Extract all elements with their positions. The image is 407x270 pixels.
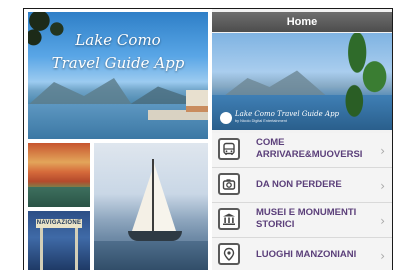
photo-navigazione-pier: NAVIGAZIONE xyxy=(28,211,90,270)
house-graphic xyxy=(186,90,208,112)
menu-item-label: COME ARRIVARE&MUOVERSI xyxy=(256,137,376,161)
water-graphic xyxy=(94,241,208,270)
camera-icon xyxy=(218,173,240,195)
hero-image-lake-como: Lake Como Travel Guide App xyxy=(28,12,208,139)
banner-image: Lake Como Travel Guide App by Nicolo Dig… xyxy=(212,33,392,130)
sign-post xyxy=(75,228,78,270)
navigazione-sign: NAVIGAZIONE xyxy=(36,219,82,228)
menu-item-label-line2: STORICI xyxy=(256,219,295,230)
menu-item-label-line2: ARRIVARE&MUOVERSI xyxy=(256,149,363,160)
banner-title: Lake Como Travel Guide App xyxy=(235,110,340,118)
photo-lakeside-town xyxy=(28,143,90,207)
chevron-right-icon: › xyxy=(380,214,385,228)
menu-item-label: LUOGHI MANZONIANI xyxy=(256,249,357,260)
menu-item-luoghi-manzoniani[interactable]: LUOGHI MANZONIANI › xyxy=(212,238,392,270)
museum-icon xyxy=(218,208,240,230)
menu-item-label-line1: MUSEI E MONUMENTI xyxy=(256,207,357,218)
mast-graphic xyxy=(152,159,154,235)
menu-item-label: MUSEI E MONUMENTI STORICI xyxy=(256,207,376,231)
chevron-right-icon: › xyxy=(380,179,385,193)
menu-item-come-arrivare[interactable]: COME ARRIVARE&MUOVERSI › xyxy=(212,133,392,168)
sail-graphic xyxy=(154,163,176,231)
header-title: Home xyxy=(212,12,392,32)
water-graphic xyxy=(28,187,90,207)
menu-item-da-non-perdere[interactable]: DA NON PERDERE › xyxy=(212,168,392,203)
chevron-right-icon: › xyxy=(380,249,385,263)
hull-graphic xyxy=(128,231,182,241)
app-screen: Lake Como Travel Guide App NAVIGAZIONE H… xyxy=(23,8,393,270)
plant-graphic xyxy=(334,33,392,130)
map-pin-icon xyxy=(218,243,240,265)
home-panel: Home Lake Como Travel Guide App by Nicol… xyxy=(212,9,392,270)
sign-post xyxy=(40,228,43,270)
sail-graphic xyxy=(132,171,152,231)
menu-item-musei-monumenti[interactable]: MUSEI E MONUMENTI STORICI › xyxy=(212,203,392,238)
menu-item-label: DA NON PERDERE xyxy=(256,179,342,190)
hero-title-line2: Travel Guide App xyxy=(51,54,185,72)
banner-subtitle: by Nicolo Digital Entertainment xyxy=(235,119,287,123)
app-logo-icon xyxy=(220,112,232,124)
bus-icon xyxy=(218,138,240,160)
menu-item-label-line1: COME xyxy=(256,137,285,148)
photo-sailboat xyxy=(94,143,208,270)
chevron-right-icon: › xyxy=(380,144,385,158)
main-menu: COME ARRIVARE&MUOVERSI › DA NON PERDERE … xyxy=(212,133,392,270)
hero-title-line1: Lake Como xyxy=(75,31,161,49)
